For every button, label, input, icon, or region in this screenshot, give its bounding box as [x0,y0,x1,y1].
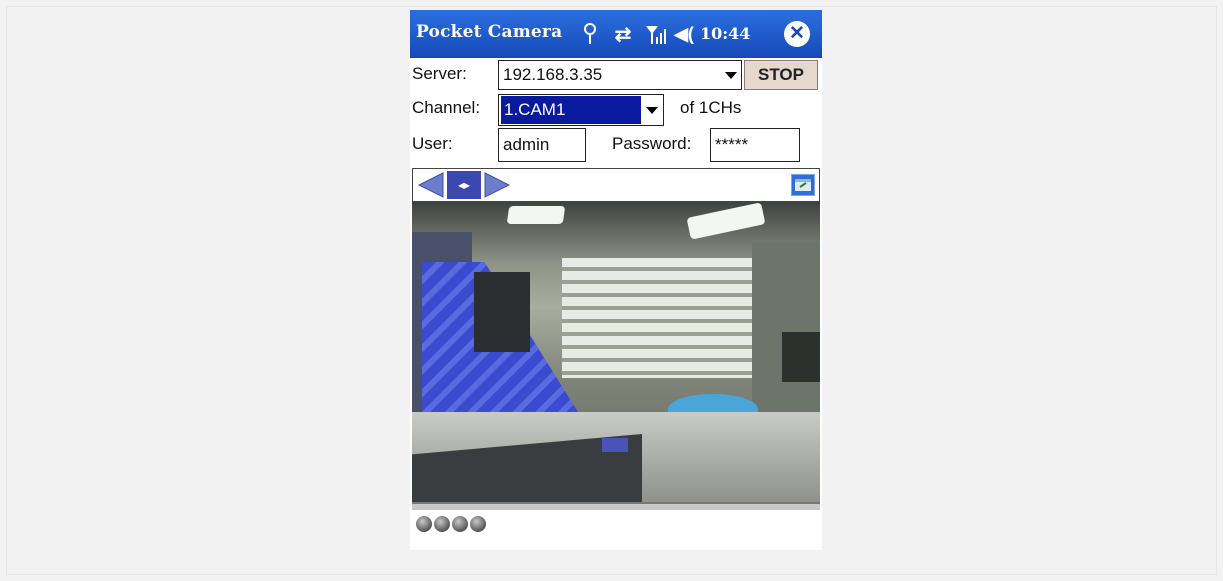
monitor [782,332,820,382]
status-indicator-icon [434,516,450,532]
ceiling-light [506,206,566,224]
fullscreen-window-icon[interactable] [791,174,815,196]
close-icon[interactable]: ✕ [784,21,810,47]
clock: 10:44 [700,24,751,43]
stop-button[interactable]: STOP [744,60,818,90]
nav-toolbar: ◂▸ [412,168,820,202]
server-value: 192.168.3.35 [503,65,603,84]
antenna-icon [580,22,600,46]
volume-icon[interactable]: ◀︎( [672,22,696,46]
password-label: Password: [612,134,692,153]
status-indicator-icon [452,516,468,532]
next-arrow-icon[interactable] [483,171,513,199]
title-bar: Pocket Camera ⇄ ◀︎( 10:44 ✕ [410,10,822,58]
dark-panel [474,272,530,352]
camera-video-feed[interactable] [412,202,820,502]
user-label: User: [412,134,453,153]
user-field[interactable]: admin [498,128,586,162]
pocket-camera-window: Pocket Camera ⇄ ◀︎( 10:44 ✕ Server: 192.… [410,10,822,550]
status-indicator-icon [416,516,432,532]
status-indicator-icon [470,516,486,532]
window-blinds [562,258,762,378]
nav-info-field [517,171,787,199]
blue-object [602,438,628,452]
sync-icon: ⇄ [614,23,632,46]
office-wall [752,242,820,412]
previous-arrow-icon[interactable] [415,171,445,199]
channel-value[interactable]: 1.CAM1 [501,96,641,124]
channel-label: Channel: [412,98,481,117]
pan-button[interactable]: ◂▸ [447,171,481,199]
app-title: Pocket Camera [416,22,563,42]
status-bar [410,510,822,550]
server-dropdown[interactable]: 192.168.3.35 [498,60,742,90]
server-label: Server: [412,64,467,83]
chevron-down-icon [725,72,737,79]
channel-count: of 1CHs [680,98,742,117]
signal-icon [644,22,668,46]
password-field[interactable]: ***** [710,128,800,162]
chevron-down-icon [646,107,658,114]
